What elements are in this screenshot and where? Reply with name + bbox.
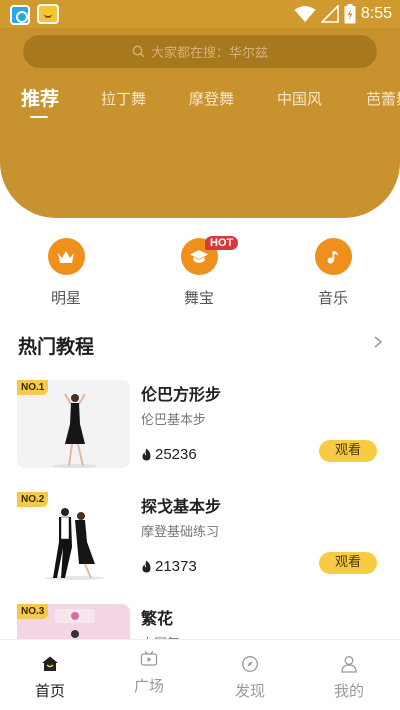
watch-button[interactable]: 观看 [319, 440, 377, 462]
music-note-icon [327, 250, 338, 263]
category-label: 舞宝 [183, 289, 214, 307]
category-tabs: 推荐 拉丁舞 摩登舞 中国风 芭蕾舞 [0, 84, 400, 124]
tab-latin[interactable]: 拉丁舞 [101, 88, 146, 109]
clock: 8:55 [360, 5, 392, 22]
signal-icon [320, 5, 339, 23]
tab-chinese-style[interactable]: 中国风 [277, 88, 322, 109]
rank-badge: NO.3 [17, 604, 49, 619]
compass-icon [242, 656, 258, 672]
header: 大家都在搜：华尔兹 推荐 拉丁舞 摩登舞 中国风 芭蕾舞 [0, 28, 400, 218]
flame-icon [142, 448, 151, 461]
flame-icon [142, 560, 151, 573]
category-label: 明星 [50, 289, 81, 307]
home-icon [42, 656, 58, 671]
notification-app-icon [10, 5, 30, 25]
bottom-navigation: 首页 广场 发现 我的 [0, 639, 400, 710]
course-subtitle: 伦巴基本步 [141, 413, 207, 428]
watch-button[interactable]: 观看 [319, 552, 377, 574]
notification-store-icon [37, 4, 59, 24]
course-card[interactable]: NO.1 伦巴方形步 伦巴基本步 25236 观看 [0, 380, 400, 472]
chevron-right-icon[interactable] [372, 335, 384, 349]
battery-icon [344, 4, 356, 24]
search-bar[interactable]: 大家都在搜：华尔兹 [23, 35, 377, 68]
rank-badge: NO.2 [17, 492, 49, 507]
nav-plaza[interactable]: 广场 [109, 650, 189, 696]
category-dance-treasure[interactable]: HOT 舞宝 [159, 236, 239, 308]
course-title: 探戈基本步 [141, 497, 222, 516]
tab-indicator [30, 116, 48, 118]
category-stars[interactable]: 明星 [26, 238, 106, 308]
nav-label: 广场 [133, 677, 164, 695]
nav-discover[interactable]: 发现 [210, 655, 290, 701]
search-placeholder: 大家都在搜：华尔兹 [150, 46, 268, 61]
video-icon [140, 651, 158, 666]
status-bar: 8:55 [0, 0, 400, 28]
course-subtitle: 摩登基础练习 [141, 525, 220, 540]
nav-label: 首页 [34, 682, 65, 700]
rank-badge: NO.1 [17, 380, 49, 395]
status-indicators: 8:55 [294, 3, 392, 25]
tab-modern[interactable]: 摩登舞 [189, 88, 234, 109]
nav-profile[interactable]: 我的 [309, 655, 389, 701]
crown-icon [58, 250, 74, 263]
category-music[interactable]: 音乐 [293, 238, 373, 308]
nav-home[interactable]: 首页 [10, 655, 90, 701]
search-icon [132, 45, 145, 58]
hot-badge: HOT [205, 236, 239, 250]
course-card[interactable]: NO.2 探戈基本步 摩登基础练习 21373 观看 [0, 492, 400, 584]
section-title: 热门教程 [18, 336, 95, 358]
tab-recommended[interactable]: 推荐 [21, 84, 59, 111]
quick-categories: 明星 HOT 舞宝 音乐 [0, 236, 400, 310]
view-count: 25236 [141, 446, 197, 463]
course-title: 伦巴方形步 [141, 385, 222, 404]
view-count-value: 21373 [155, 558, 197, 575]
course-title: 繁花 [141, 609, 174, 628]
tab-ballet[interactable]: 芭蕾舞 [366, 88, 400, 109]
graduation-cap-icon [190, 249, 208, 263]
category-label: 音乐 [317, 289, 348, 307]
wifi-icon [294, 6, 316, 22]
user-icon [341, 656, 357, 673]
nav-label: 发现 [234, 682, 265, 700]
nav-label: 我的 [333, 682, 364, 700]
view-count-value: 25236 [155, 446, 197, 463]
view-count: 21373 [141, 558, 197, 575]
